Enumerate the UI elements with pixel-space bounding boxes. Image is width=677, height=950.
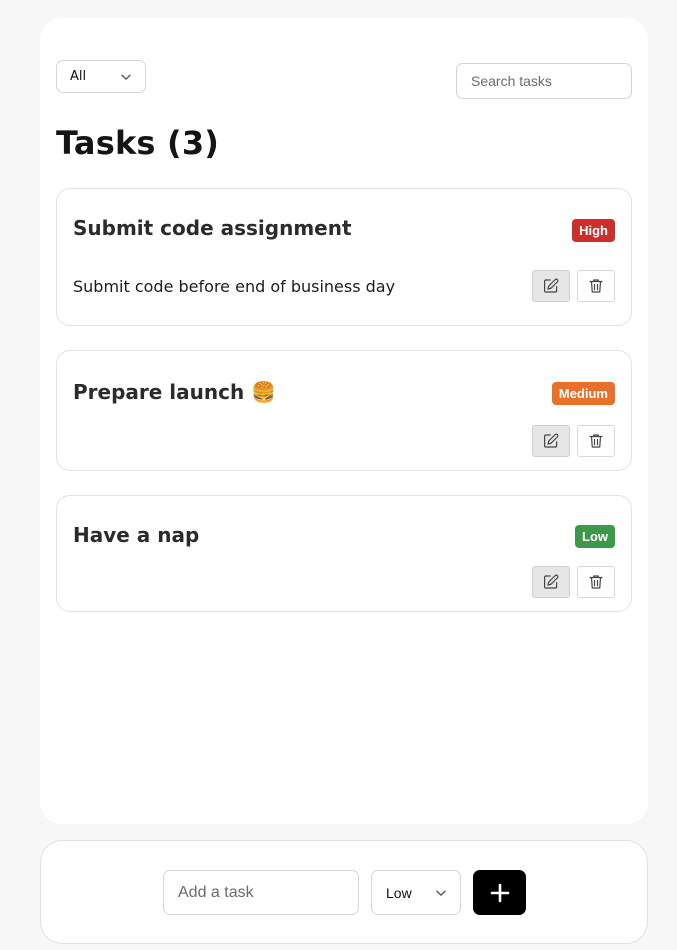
trash-icon xyxy=(589,575,603,589)
task-description: Submit code before end of business day xyxy=(73,277,396,296)
task-card: Have a nap Low xyxy=(56,495,632,612)
priority-badge: Medium xyxy=(551,382,615,405)
delete-button[interactable] xyxy=(577,270,615,302)
edit-icon xyxy=(544,574,559,589)
filter-selected-value: All xyxy=(70,69,87,84)
delete-button[interactable] xyxy=(577,566,615,598)
task-card: Submit code assignment High Submit code … xyxy=(56,188,632,326)
priority-badge: Low xyxy=(575,525,615,548)
add-task-button[interactable] xyxy=(473,870,526,915)
filter-select[interactable]: All xyxy=(56,60,146,93)
delete-button[interactable] xyxy=(577,425,615,457)
trash-icon xyxy=(589,279,603,293)
task-card: Prepare launch 🍔 Medium xyxy=(56,350,632,471)
edit-button[interactable] xyxy=(532,270,570,302)
task-title: Have a nap xyxy=(73,523,200,547)
page-title: Tasks (3) xyxy=(56,124,220,162)
add-task-bar: Low xyxy=(40,840,648,944)
chevron-down-icon xyxy=(436,890,446,896)
priority-badge: High xyxy=(572,219,615,242)
priority-select[interactable]: Low xyxy=(371,870,461,915)
search-input[interactable] xyxy=(456,63,632,99)
edit-icon xyxy=(544,433,559,448)
task-title: Submit code assignment xyxy=(73,216,352,240)
priority-selected-value: Low xyxy=(386,884,412,901)
task-title: Prepare launch 🍔 xyxy=(73,380,277,404)
edit-button[interactable] xyxy=(532,425,570,457)
chevron-down-icon xyxy=(121,74,131,80)
trash-icon xyxy=(589,434,603,448)
edit-icon xyxy=(544,278,559,293)
plus-icon xyxy=(490,883,509,902)
edit-button[interactable] xyxy=(532,566,570,598)
task-list-panel: All Tasks (3) Submit code assignment Hig… xyxy=(40,18,648,824)
add-task-input[interactable] xyxy=(163,870,359,915)
